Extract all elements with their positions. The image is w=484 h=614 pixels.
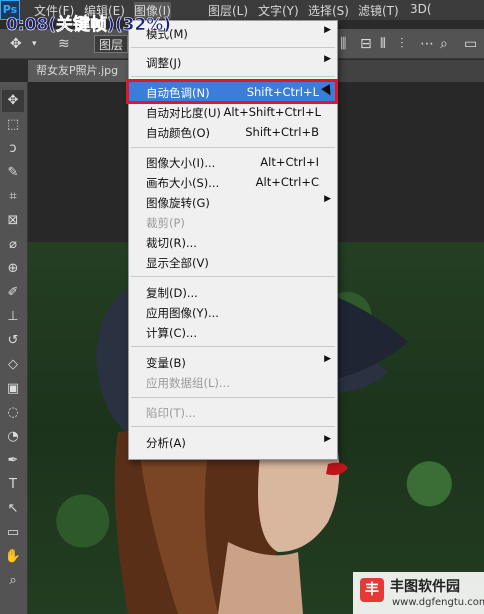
- quick-select-tool-icon[interactable]: ✎: [2, 162, 24, 184]
- menu-item-adjustments[interactable]: 调整(J) ▶: [129, 52, 337, 72]
- workspace-icon[interactable]: ▭: [464, 29, 477, 59]
- marquee-tool-icon[interactable]: ⬚: [2, 114, 24, 136]
- gradient-tool-icon[interactable]: ▣: [2, 378, 24, 400]
- submenu-arrow-icon: ▶: [324, 194, 331, 204]
- dodge-tool-icon[interactable]: ◔: [2, 426, 24, 448]
- document-tab[interactable]: 帮女友P照片.jpg: [28, 60, 130, 82]
- watermark-url: www.dgfengtu.com: [392, 597, 484, 608]
- menu-item-image-size[interactable]: 图像大小(I)... Alt+Ctrl+I: [129, 152, 337, 172]
- menu-separator: [131, 397, 335, 398]
- lasso-tool-icon[interactable]: ↄ: [2, 138, 24, 160]
- menu-item-crop: 裁剪(P): [146, 216, 185, 230]
- menu-type[interactable]: 文字(Y): [258, 2, 299, 19]
- menu-separator: [131, 276, 335, 277]
- eraser-tool-icon[interactable]: ◇: [2, 354, 24, 376]
- menu-item-analysis[interactable]: 分析(A) ▶: [129, 432, 337, 452]
- menu-3d[interactable]: 3D(: [410, 2, 432, 16]
- rectangle-tool-icon[interactable]: ▭: [2, 522, 24, 544]
- distribute-icon[interactable]: ⫶: [400, 29, 404, 59]
- blur-tool-icon[interactable]: ◌: [2, 402, 24, 424]
- menu-item-apply-data-set: 应用数据组(L)...: [146, 376, 230, 390]
- menu-separator: [131, 426, 335, 427]
- menu-separator: [131, 346, 335, 347]
- zoom-tool-icon[interactable]: ⌕: [2, 570, 24, 592]
- menu-item-calculations[interactable]: 计算(C)...: [129, 322, 337, 342]
- menu-item-variables[interactable]: 变量(B) ▶: [129, 352, 337, 372]
- eyedropper-tool-icon[interactable]: ⌀: [2, 234, 24, 256]
- path-select-tool-icon[interactable]: ↖: [2, 498, 24, 520]
- highlight-callout-box: [126, 79, 338, 104]
- menu-select[interactable]: 选择(S): [308, 2, 349, 19]
- menu-separator: [131, 147, 335, 148]
- auto-select-layer-dropdown[interactable]: 图层: [94, 35, 128, 53]
- menu-item-trim[interactable]: 裁切(R)...: [129, 232, 337, 252]
- menu-item-image-rotation[interactable]: 图像旋转(G) ▶: [129, 192, 337, 212]
- type-tool-icon[interactable]: T: [2, 474, 24, 496]
- submenu-arrow-icon: ▶: [324, 354, 331, 364]
- history-brush-tool-icon[interactable]: ↺: [2, 330, 24, 352]
- menu-layer[interactable]: 图层(L): [208, 2, 248, 19]
- clone-stamp-tool-icon[interactable]: ⊥: [2, 306, 24, 328]
- more-options-icon[interactable]: ⋯: [420, 29, 434, 59]
- search-icon[interactable]: ⌕: [440, 29, 448, 59]
- align-left-icon[interactable]: ⫼: [340, 29, 346, 59]
- submenu-arrow-icon: ▶: [324, 54, 331, 64]
- watermark-logo-icon: 丰: [360, 578, 384, 602]
- align-center-icon[interactable]: ⊟: [360, 29, 372, 59]
- healing-brush-tool-icon[interactable]: ⊕: [2, 258, 24, 280]
- submenu-arrow-icon: ▶: [324, 434, 331, 444]
- submenu-arrow-icon: ▶: [324, 25, 331, 35]
- menu-separator: [131, 76, 335, 77]
- brush-tool-icon[interactable]: ✐: [2, 282, 24, 304]
- video-timestamp-overlay: 0:08(关键帧)(32%): [6, 15, 172, 36]
- menu-item-trap: 陷印(T)...: [146, 406, 196, 420]
- menu-separator: [131, 47, 335, 48]
- menu-item-auto-contrast[interactable]: 自动对比度(U) Alt+Shift+Ctrl+L: [129, 102, 337, 122]
- hand-tool-icon[interactable]: ✋: [2, 546, 24, 568]
- menu-item-duplicate[interactable]: 复制(D)...: [129, 282, 337, 302]
- menu-item-auto-color[interactable]: 自动颜色(O) Shift+Ctrl+B: [129, 122, 337, 142]
- menu-item-reveal-all[interactable]: 显示全部(V): [129, 252, 337, 272]
- menu-item-canvas-size[interactable]: 画布大小(S)... Alt+Ctrl+C: [129, 172, 337, 192]
- menu-filter[interactable]: 滤镜(T): [358, 2, 399, 19]
- pen-tool-icon[interactable]: ✒: [2, 450, 24, 472]
- watermark-title: 丰图软件园: [390, 579, 460, 595]
- tools-panel: ✥ ⬚ ↄ ✎ ⌗ ⊠ ⌀ ⊕ ✐ ⊥ ↺ ◇ ▣ ◌ ◔ ✒ T ↖ ▭ ✋ …: [0, 82, 28, 614]
- menu-item-apply-image[interactable]: 应用图像(Y)...: [129, 302, 337, 322]
- frame-tool-icon[interactable]: ⊠: [2, 210, 24, 232]
- move-tool-icon[interactable]: ✥: [2, 90, 24, 112]
- crop-tool-icon[interactable]: ⌗: [2, 186, 24, 208]
- align-right-icon[interactable]: ⫴: [380, 29, 386, 59]
